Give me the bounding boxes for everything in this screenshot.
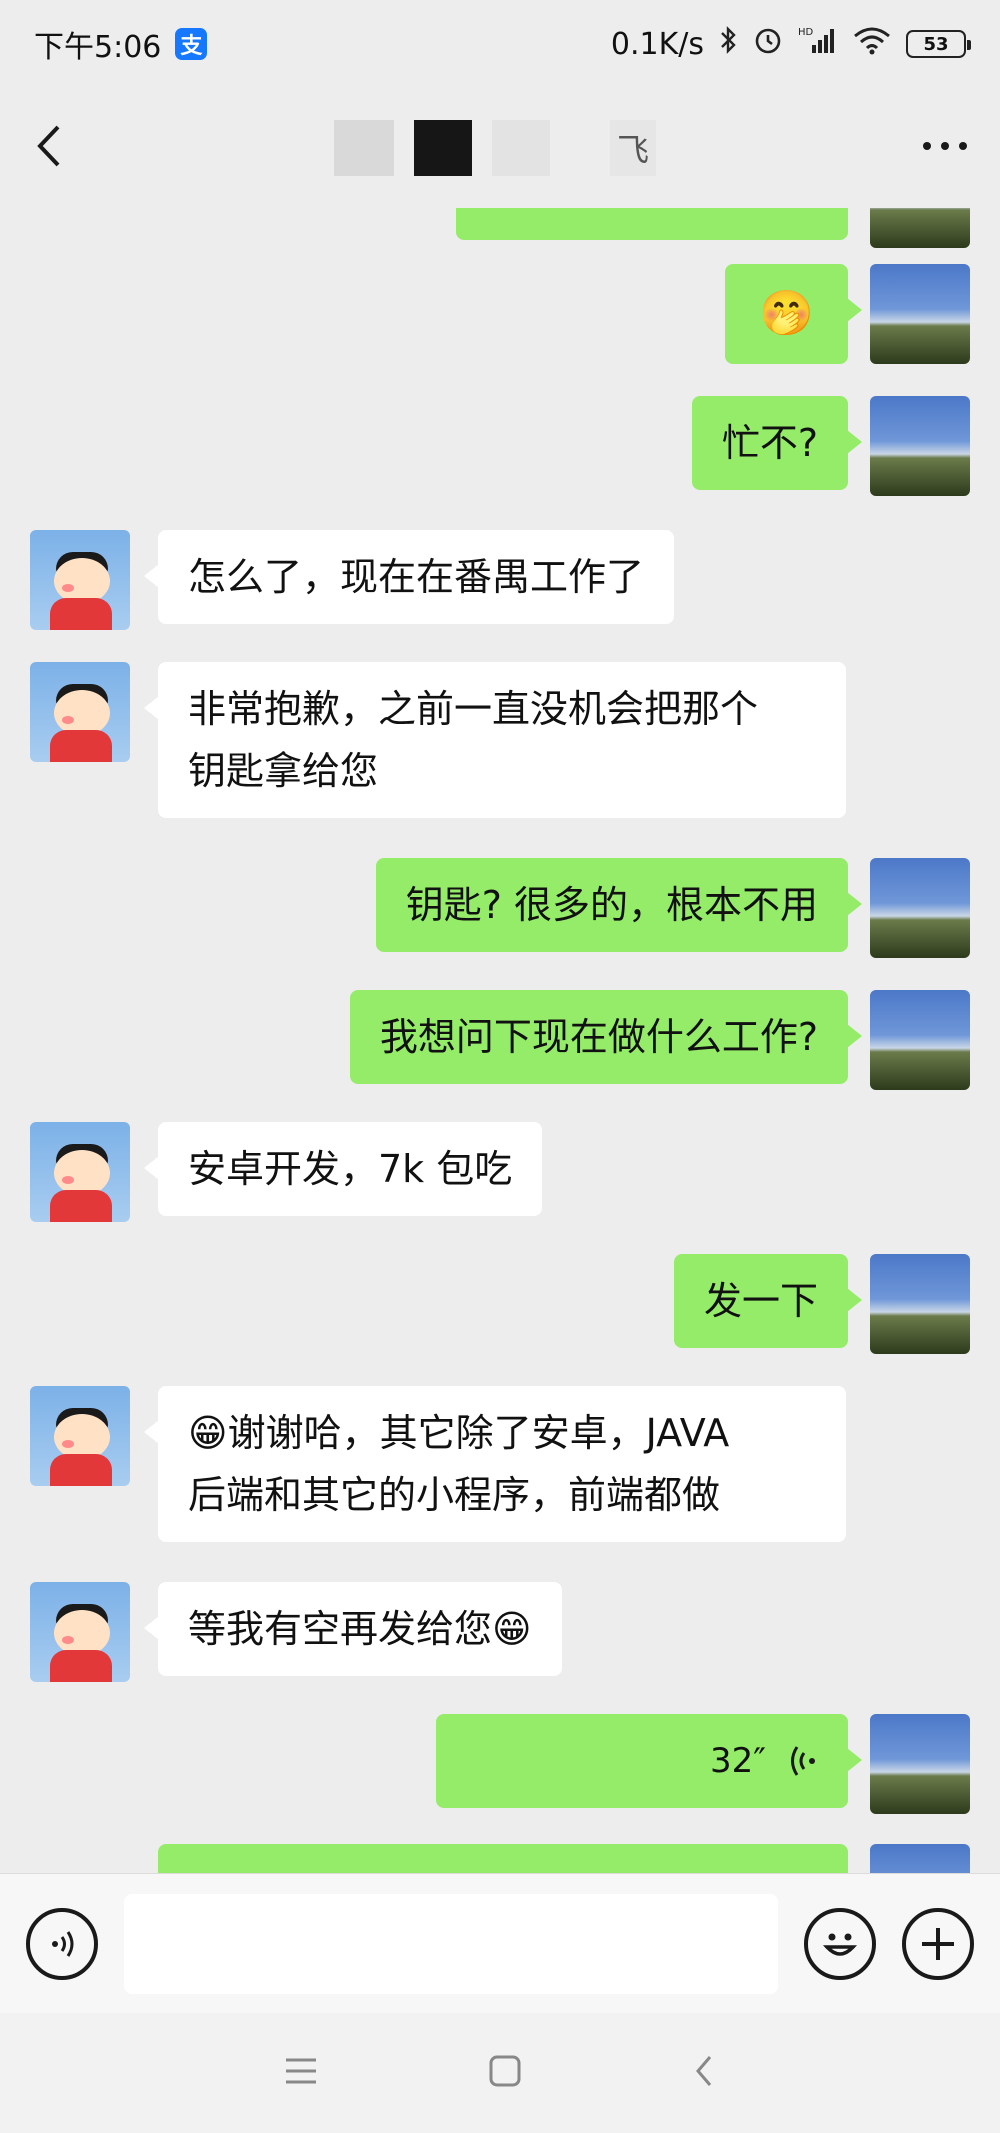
chevron-left-icon xyxy=(37,125,60,167)
friend-avatar[interactable] xyxy=(30,1386,130,1486)
my-avatar[interactable] xyxy=(870,1844,970,1873)
voice-wave-icon xyxy=(791,1746,815,1776)
friend-avatar[interactable] xyxy=(30,1582,130,1682)
system-navigation-bar xyxy=(0,2013,1000,2133)
grin-emoji: 😁 xyxy=(188,1411,228,1455)
chat-header: 飞 xyxy=(0,88,1000,208)
message-line: 后端和其它的小程序，前端都做 xyxy=(188,1473,721,1517)
alipay-notification-icon: 支 xyxy=(175,28,208,60)
emoji-button[interactable] xyxy=(804,1907,876,1980)
cellular-signal-icon: HD xyxy=(798,25,838,63)
message-bubble[interactable]: 怎么了，现在在番禺工作了 xyxy=(143,530,675,624)
my-avatar[interactable] xyxy=(870,990,970,1090)
status-bar-right: 0.1K/s HD 53 xyxy=(610,24,971,64)
system-back-button[interactable] xyxy=(692,2053,716,2093)
voice-icon xyxy=(52,1930,74,1957)
my-avatar[interactable] xyxy=(870,208,970,248)
svg-text:HD: HD xyxy=(798,27,814,38)
message-bubble[interactable]: 非常抱歉，之前一直没机会把那个 钥匙拿给您 xyxy=(144,662,846,818)
friend-avatar[interactable] xyxy=(30,530,130,630)
plus-icon xyxy=(922,1927,954,1960)
message-line: 钥匙拿给您 xyxy=(188,749,379,793)
more-options-button[interactable] xyxy=(920,136,970,160)
bluetooth-icon xyxy=(718,25,738,63)
network-speed: 0.1K/s xyxy=(610,26,704,62)
voice-duration: 32″ xyxy=(710,1741,766,1781)
my-avatar[interactable] xyxy=(870,858,970,958)
message-bubble[interactable]: 发一下 xyxy=(673,1254,863,1348)
voice-input-button[interactable] xyxy=(26,1907,98,1980)
voice-message-bubble[interactable]: 32″ xyxy=(436,1714,862,1808)
back-chevron-icon xyxy=(696,2056,712,2086)
input-bar xyxy=(0,1873,1000,2013)
message-bubble[interactable]: 😁谢谢哈，其它除了安卓，JAVA 后端和其它的小程序，前端都做 xyxy=(144,1386,846,1542)
my-avatar[interactable] xyxy=(870,1254,970,1354)
friend-avatar[interactable] xyxy=(30,662,130,762)
grin-emoji: 😁 xyxy=(492,1607,532,1651)
message-input[interactable] xyxy=(124,1893,778,1994)
chat-title-redacted: 飞 xyxy=(334,120,656,176)
home-square-icon xyxy=(489,2055,521,2087)
redaction-block xyxy=(492,120,550,176)
message-bubble-partial xyxy=(158,1844,848,1873)
redaction-block xyxy=(414,120,472,176)
more-functions-button[interactable] xyxy=(902,1907,974,1980)
friend-avatar[interactable] xyxy=(30,1122,130,1222)
my-avatar[interactable] xyxy=(870,1714,970,1814)
my-avatar[interactable] xyxy=(870,264,970,364)
message-line: 😁谢谢哈，其它除了安卓，JAVA xyxy=(188,1411,730,1455)
alarm-icon xyxy=(752,24,784,64)
clock: 下午5:06 xyxy=(34,30,162,65)
menu-button[interactable] xyxy=(284,2057,318,2089)
message-bubble[interactable]: 我想问下现在做什么工作? xyxy=(349,990,863,1084)
redaction-block xyxy=(334,120,394,176)
wifi-icon xyxy=(852,25,892,63)
title-char: 飞 xyxy=(610,120,656,176)
menu-icon xyxy=(286,2058,316,2084)
message-list[interactable]: 🤭 忙不? 怎么了，现在在番禺工作了 非常抱歉，之前一直没机会把那个 钥匙拿给您… xyxy=(0,208,1000,1873)
message-bubble[interactable]: 等我有空再发给您😁 xyxy=(144,1582,562,1676)
battery-indicator: 53 xyxy=(906,30,971,58)
message-bubble[interactable]: 忙不? xyxy=(691,396,863,490)
message-bubble-partial xyxy=(456,208,848,240)
back-button[interactable] xyxy=(30,121,70,175)
message-line: 非常抱歉，之前一直没机会把那个 xyxy=(188,687,759,731)
status-bar: 下午5:06 支 0.1K/s HD 53 xyxy=(0,0,1000,88)
my-avatar[interactable] xyxy=(870,396,970,496)
status-bar-left: 下午5:06 支 xyxy=(34,22,208,66)
message-bubble[interactable]: 安卓开发，7k 包吃 xyxy=(143,1122,543,1216)
more-dots-icon xyxy=(923,142,967,150)
message-bubble[interactable]: 钥匙? 很多的，根本不用 xyxy=(375,858,863,952)
smiley-icon xyxy=(822,1933,858,1956)
message-bubble[interactable]: 🤭 xyxy=(725,264,862,364)
home-button[interactable] xyxy=(488,2054,522,2092)
